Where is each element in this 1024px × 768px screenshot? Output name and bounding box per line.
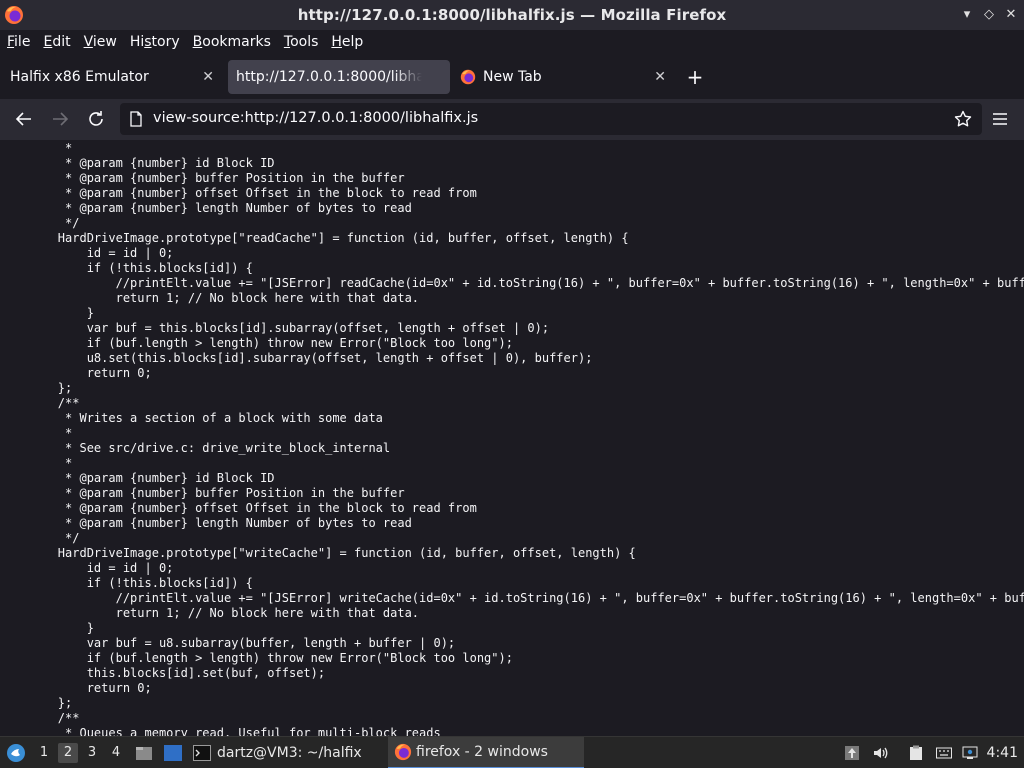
tab-label: New Tab bbox=[483, 69, 542, 85]
source-line: return 0; bbox=[0, 366, 152, 380]
menu-edit[interactable]: Edit bbox=[43, 34, 70, 50]
workspace-4[interactable]: 4 bbox=[106, 743, 126, 763]
source-line: var buf = u8.subarray(buffer, length + b… bbox=[0, 636, 456, 650]
source-line: * bbox=[0, 456, 73, 470]
source-line: HardDriveImage.prototype["readCache"] = … bbox=[0, 231, 629, 245]
source-line: if (buf.length > length) throw new Error… bbox=[0, 651, 513, 665]
terminal-icon bbox=[193, 745, 211, 761]
app-menu-icon[interactable] bbox=[991, 110, 1009, 128]
source-line: var buf = this.blocks[id].subarray(offse… bbox=[0, 321, 550, 335]
start-menu-icon[interactable] bbox=[6, 743, 26, 763]
taskbar-terminal[interactable]: dartz@VM3: ~/halfix bbox=[193, 737, 362, 768]
file-manager-icon[interactable] bbox=[135, 744, 153, 762]
reload-icon bbox=[89, 111, 103, 126]
source-line: * Writes a section of a block with some … bbox=[0, 411, 383, 425]
source-line: if (!this.blocks[id]) { bbox=[0, 261, 253, 275]
forward-button[interactable] bbox=[50, 109, 70, 129]
source-line: * @param {number} offset Offset in the b… bbox=[0, 501, 477, 515]
close-icon[interactable]: ✕ bbox=[1004, 6, 1018, 22]
source-line: * Queues a memory read. Useful for multi… bbox=[0, 726, 441, 736]
back-button[interactable] bbox=[14, 109, 34, 129]
taskbar-clock: 4:41 bbox=[986, 745, 1018, 761]
url-bar[interactable]: view-source:http://127.0.0.1:8000/libhal… bbox=[120, 103, 982, 135]
source-line: * @param {number} id Block ID bbox=[0, 471, 275, 485]
tab-bar: Halfix x86 Emulator ✕ http://127.0.0.1:8… bbox=[0, 56, 1024, 98]
reload-button[interactable] bbox=[86, 109, 106, 129]
tab-label: Halfix x86 Emulator bbox=[10, 69, 149, 85]
system-taskbar: 1 2 3 4 dartz@VM3: ~/halfix firefox - 2 … bbox=[0, 736, 1024, 768]
clipboard-icon[interactable] bbox=[908, 745, 924, 761]
source-line: u8.set(this.blocks[id].subarray(offset, … bbox=[0, 351, 593, 365]
firefox-task-label: firefox - 2 windows bbox=[416, 744, 548, 760]
show-desktop-icon[interactable] bbox=[163, 744, 183, 762]
menu-history[interactable]: History bbox=[130, 34, 180, 50]
tab-libhalfix-source[interactable]: http://127.0.0.1:8000/libhalfix bbox=[228, 60, 450, 94]
workspace-3[interactable]: 3 bbox=[82, 743, 102, 763]
maximize-icon[interactable]: ◇ bbox=[982, 6, 996, 22]
source-line: return 0; bbox=[0, 681, 152, 695]
network-icon[interactable] bbox=[962, 745, 978, 761]
url-text[interactable]: view-source:http://127.0.0.1:8000/libhal… bbox=[153, 110, 478, 126]
menu-help[interactable]: Help bbox=[331, 34, 363, 50]
source-line: HardDriveImage.prototype["writeCache"] =… bbox=[0, 546, 636, 560]
tab-close-icon[interactable]: ✕ bbox=[654, 69, 666, 85]
arrow-right-icon bbox=[53, 112, 69, 126]
menu-bookmarks[interactable]: Bookmarks bbox=[193, 34, 271, 50]
source-line: * @param {number} length Number of bytes… bbox=[0, 201, 412, 215]
minimize-icon[interactable]: ▾ bbox=[960, 6, 974, 22]
keyboard-icon[interactable] bbox=[936, 745, 952, 761]
volume-icon[interactable] bbox=[872, 745, 888, 761]
bookmark-star-icon[interactable] bbox=[954, 110, 972, 128]
tab-new-tab[interactable]: New Tab ✕ bbox=[452, 60, 676, 94]
new-tab-button[interactable]: + bbox=[684, 66, 706, 88]
source-line: * @param {number} buffer Position in the… bbox=[0, 171, 405, 185]
source-line: return 1; // No block here with that dat… bbox=[0, 291, 420, 305]
window-title: http://127.0.0.1:8000/libhalfix.js — Moz… bbox=[297, 6, 727, 24]
source-line: id = id | 0; bbox=[0, 561, 174, 575]
workspace-2[interactable]: 2 bbox=[58, 743, 78, 763]
source-line: /** bbox=[0, 396, 80, 410]
source-line: */ bbox=[0, 216, 80, 230]
source-line: } bbox=[0, 306, 94, 320]
source-line: }; bbox=[0, 381, 73, 395]
workspace-1[interactable]: 1 bbox=[34, 743, 54, 763]
source-line: if (buf.length > length) throw new Error… bbox=[0, 336, 513, 350]
source-line: this.blocks[id].set(buf, offset); bbox=[0, 666, 326, 680]
source-line: * bbox=[0, 426, 73, 440]
source-line: * bbox=[0, 141, 73, 155]
menu-tools[interactable]: Tools bbox=[284, 34, 319, 50]
updates-icon[interactable] bbox=[844, 745, 860, 761]
source-line: if (!this.blocks[id]) { bbox=[0, 576, 253, 590]
tab-halfix-emulator[interactable]: Halfix x86 Emulator ✕ bbox=[0, 60, 224, 94]
source-view[interactable]: * * @param {number} id Block ID * @param… bbox=[0, 140, 1024, 736]
source-line: * @param {number} id Block ID bbox=[0, 156, 275, 170]
source-line: * @param {number} buffer Position in the… bbox=[0, 486, 405, 500]
firefox-logo-icon bbox=[460, 69, 476, 85]
menu-bar: File Edit View History Bookmarks Tools H… bbox=[0, 30, 1024, 54]
source-line: /** bbox=[0, 711, 80, 725]
menu-view[interactable]: View bbox=[84, 34, 117, 50]
menu-file[interactable]: File bbox=[7, 34, 30, 50]
window-titlebar[interactable]: http://127.0.0.1:8000/libhalfix.js — Moz… bbox=[0, 0, 1024, 30]
source-line: } bbox=[0, 621, 94, 635]
arrow-left-icon bbox=[15, 112, 31, 126]
source-line: }; bbox=[0, 696, 73, 710]
source-line: * @param {number} offset Offset in the b… bbox=[0, 186, 477, 200]
source-line: //printElt.value += "[JSError] readCache… bbox=[0, 276, 1024, 290]
source-line: * @param {number} length Number of bytes… bbox=[0, 516, 412, 530]
page-icon bbox=[130, 111, 142, 127]
tab-close-icon[interactable]: ✕ bbox=[202, 69, 214, 85]
terminal-task-label: dartz@VM3: ~/halfix bbox=[217, 745, 362, 761]
firefox-logo-icon bbox=[5, 6, 23, 24]
tab-label: http://127.0.0.1:8000/libhalfix bbox=[236, 69, 422, 85]
source-line: //printElt.value += "[JSError] writeCach… bbox=[0, 591, 1024, 605]
navigation-toolbar: view-source:http://127.0.0.1:8000/libhal… bbox=[0, 99, 1024, 140]
taskbar-firefox[interactable]: firefox - 2 windows bbox=[388, 737, 584, 768]
source-line: id = id | 0; bbox=[0, 246, 174, 260]
source-line: return 1; // No block here with that dat… bbox=[0, 606, 420, 620]
source-line: * See src/drive.c: drive_write_block_int… bbox=[0, 441, 391, 455]
source-line: */ bbox=[0, 531, 80, 545]
firefox-logo-icon bbox=[394, 743, 412, 761]
